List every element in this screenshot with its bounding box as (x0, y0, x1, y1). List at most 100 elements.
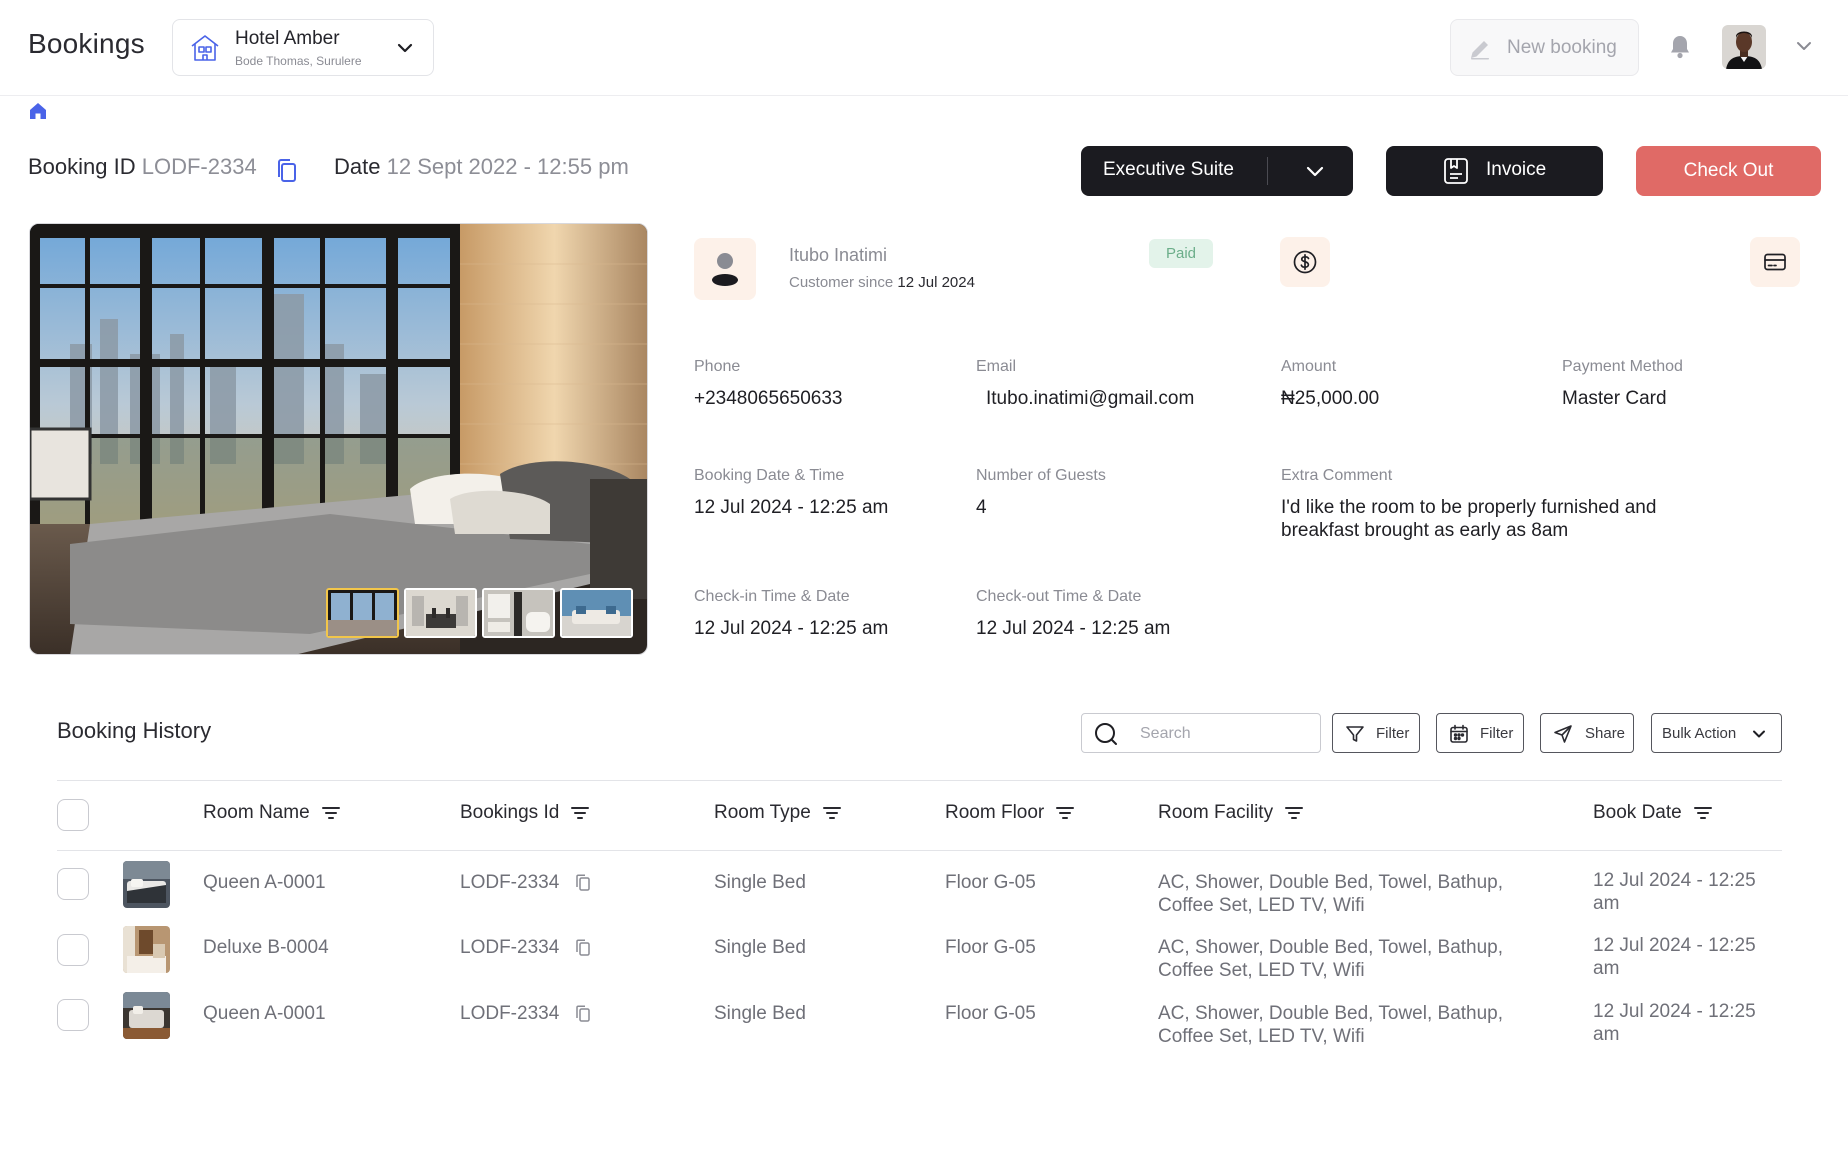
top-bar: Bookings Hotel Amber Bode Thomas, Surule… (0, 0, 1848, 96)
column-header-book-date[interactable]: Book Date (1593, 802, 1712, 824)
date-filter-label: Filter (1480, 725, 1514, 742)
copy-icon[interactable] (575, 939, 591, 957)
book-date-line-1: 12 Jul 2024 - 12:25 (1593, 870, 1756, 891)
hotel-selector[interactable]: Hotel Amber Bode Thomas, Surulere (172, 19, 434, 76)
status-badge: Paid (1149, 239, 1213, 268)
home-icon[interactable] (28, 101, 48, 121)
copy-icon[interactable] (275, 158, 299, 184)
email-value: Itubo.inatimi@gmail.com (986, 388, 1195, 409)
select-all-checkbox[interactable] (57, 799, 89, 831)
chevron-down-icon (1753, 730, 1765, 738)
checkin-value: 12 Jul 2024 - 12:25 am (694, 618, 889, 639)
book-date-line-2: am (1593, 1024, 1620, 1045)
invoice-icon (1444, 158, 1468, 184)
sort-icon (1285, 807, 1304, 819)
booking-datetime-value: 12 Jul 2024 - 12:25 am (694, 497, 889, 518)
filter-icon (1346, 726, 1364, 742)
checkin-label: Check-in Time & Date (694, 588, 850, 605)
dollar-icon (1293, 250, 1317, 274)
phone-label: Phone (694, 358, 741, 375)
room-type-cell: Single Bed (714, 1003, 806, 1024)
sort-icon (1056, 807, 1075, 819)
customer-since-date: 12 Jul 2024 (897, 274, 975, 291)
search-icon (1095, 723, 1117, 745)
payment-card-tile[interactable] (1750, 237, 1800, 287)
check-out-button[interactable]: Check Out (1636, 146, 1821, 196)
photo-thumbnail[interactable] (326, 588, 399, 638)
filter-button[interactable]: Filter (1332, 713, 1420, 753)
sort-icon (571, 807, 590, 819)
email-label: Email (976, 358, 1017, 375)
share-button[interactable]: Share (1540, 713, 1634, 753)
copy-icon[interactable] (575, 874, 591, 892)
comment-line-1: I'd like the room to be properly furnish… (1281, 497, 1657, 518)
new-booking-button[interactable]: New booking (1450, 19, 1639, 76)
photo-thumbnail[interactable] (482, 588, 555, 638)
column-header-room-name[interactable]: Room Name (203, 802, 340, 824)
booking-id: Booking ID LODF-2334 (28, 154, 257, 180)
search-input[interactable] (1140, 722, 1310, 746)
table-divider (57, 780, 1782, 781)
booking-id-value: LODF-2334 (141, 154, 257, 179)
room-photo (29, 223, 648, 655)
amount-label: Amount (1281, 358, 1337, 375)
book-date-line-1: 12 Jul 2024 - 12:25 (1593, 935, 1756, 956)
payment-method-label: Payment Method (1562, 358, 1683, 375)
column-header-bookings-id[interactable]: Bookings Id (460, 802, 590, 824)
row-checkbox[interactable] (57, 868, 89, 900)
photo-thumbnails (326, 588, 633, 638)
booking-id-label: Booking ID (28, 154, 136, 179)
chevron-down-icon (397, 43, 413, 53)
column-header-room-facility[interactable]: Room Facility (1158, 802, 1304, 824)
booking-datetime-label: Booking Date & Time (694, 467, 845, 484)
room-name: Deluxe B-0004 (203, 937, 329, 958)
room-type-cell: Single Bed (714, 937, 806, 958)
select-divider (1267, 157, 1268, 185)
room-facility-line-1: AC, Shower, Double Bed, Towel, Bathup, (1158, 937, 1504, 958)
room-type-select[interactable]: Executive Suite (1081, 146, 1353, 196)
page-title: Bookings (28, 28, 145, 59)
hotel-icon (191, 35, 219, 61)
customer-since-label: Customer since (789, 274, 894, 291)
payment-status-tile[interactable] (1280, 237, 1330, 287)
room-type-select-label: Executive Suite (1103, 159, 1234, 180)
payment-method-value: Master Card (1562, 388, 1667, 409)
sort-icon (321, 807, 340, 819)
avatar[interactable] (1722, 25, 1766, 69)
booking-id-cell: LODF-2334 (460, 1003, 560, 1024)
room-floor-cell: Floor G-05 (945, 937, 1036, 958)
room-facility-line-2: Coffee Set, LED TV, Wifi (1158, 1026, 1365, 1047)
room-type-cell: Single Bed (714, 872, 806, 893)
room-facility-line-1: AC, Shower, Double Bed, Towel, Bathup, (1158, 872, 1504, 893)
room-floor-cell: Floor G-05 (945, 872, 1036, 893)
row-checkbox[interactable] (57, 999, 89, 1031)
chevron-down-icon[interactable] (1794, 36, 1814, 56)
room-thumbnail (123, 861, 170, 908)
column-label: Bookings Id (460, 802, 560, 823)
column-label: Room Floor (945, 802, 1045, 823)
sort-icon (1693, 807, 1712, 819)
column-label: Room Facility (1158, 802, 1274, 823)
booking-id-cell: LODF-2334 (460, 937, 560, 958)
column-header-room-type[interactable]: Room Type (714, 802, 841, 824)
bell-icon[interactable] (1668, 34, 1692, 60)
room-thumbnail (123, 992, 170, 1039)
date-filter-button[interactable]: Filter (1436, 713, 1524, 753)
room-facility-line-1: AC, Shower, Double Bed, Towel, Bathup, (1158, 1003, 1504, 1024)
photo-thumbnail[interactable] (404, 588, 477, 638)
row-checkbox[interactable] (57, 934, 89, 966)
copy-icon[interactable] (575, 1005, 591, 1023)
booking-id-cell: LODF-2334 (460, 872, 560, 893)
customer-name: Itubo Inatimi (789, 245, 888, 265)
history-search[interactable] (1081, 713, 1321, 753)
room-floor-cell: Floor G-05 (945, 1003, 1036, 1024)
invoice-button[interactable]: Invoice (1386, 146, 1603, 196)
bulk-action-select[interactable]: Bulk Action (1651, 713, 1782, 753)
comment-label: Extra Comment (1281, 467, 1393, 484)
room-thumbnail (123, 926, 170, 973)
column-header-room-floor[interactable]: Room Floor (945, 802, 1075, 824)
column-label: Book Date (1593, 802, 1682, 823)
photo-thumbnail[interactable] (560, 588, 633, 638)
filter-label: Filter (1376, 725, 1410, 742)
share-label: Share (1585, 725, 1626, 742)
